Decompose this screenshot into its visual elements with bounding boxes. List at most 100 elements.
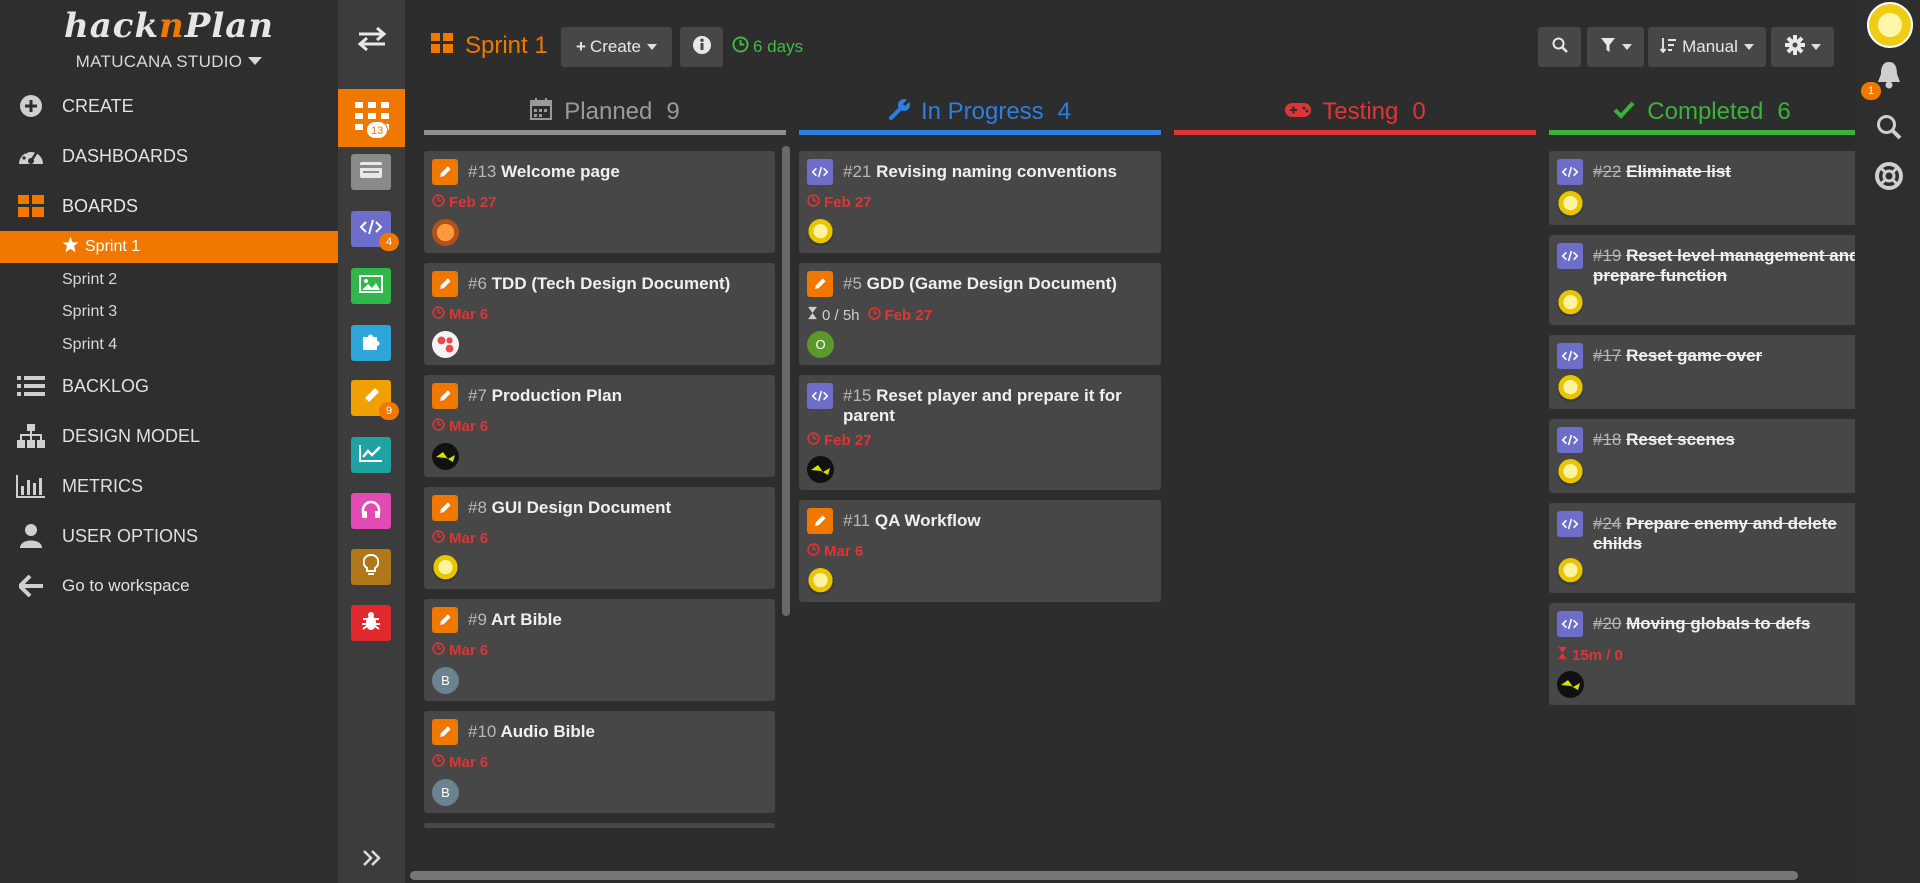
nav-label: METRICS	[62, 475, 143, 496]
category-art[interactable]	[351, 268, 391, 304]
double-chevron-right-icon[interactable]	[338, 846, 405, 874]
user-avatar[interactable]	[1867, 2, 1913, 48]
nav-user-options[interactable]: USER OPTIONS	[0, 516, 338, 556]
avatar[interactable]	[432, 555, 459, 582]
sprint-label: Sprint 2	[62, 271, 118, 288]
sprint-item-3[interactable]: Sprint 3	[0, 296, 338, 328]
logo-text-part: n	[159, 6, 185, 46]
sprint-item-4[interactable]: Sprint 4	[0, 329, 338, 361]
category-strip: 13 4 9	[338, 0, 405, 883]
category-writing[interactable]: 9	[351, 380, 399, 420]
nav-dashboards[interactable]: DASHBOARDS	[0, 136, 338, 176]
task-card[interactable]: #21 Revising naming conventions Feb 27	[799, 151, 1161, 253]
notification-count-badge: 1	[1861, 82, 1881, 100]
task-card[interactable]: #8 GUI Design Document Mar 6	[424, 487, 775, 589]
category-all-tasks[interactable]: 13	[338, 89, 405, 147]
avatar[interactable]	[432, 443, 459, 470]
avatar[interactable]	[432, 331, 459, 358]
task-card[interactable]: #15 Reset player and prepare it for pare…	[799, 375, 1161, 490]
task-card[interactable]: #19 Reset level management and prepare f…	[1549, 235, 1855, 325]
avatar[interactable]	[807, 568, 834, 595]
avatar[interactable]: O	[807, 331, 834, 358]
avatar[interactable]	[1557, 191, 1584, 218]
nav-go-to-workspace[interactable]: Go to workspace	[0, 566, 338, 606]
task-card[interactable]: #20 Moving globals to defs 15m / 0	[1549, 603, 1855, 705]
planned-scrollbar[interactable]	[782, 146, 790, 616]
task-title: #17 Reset game over	[1593, 346, 1855, 366]
settings-button[interactable]	[1771, 27, 1834, 67]
clock-icon	[867, 306, 881, 324]
nav-boards[interactable]: BOARDS	[0, 186, 338, 226]
task-number: #6	[468, 274, 487, 293]
category-general[interactable]	[351, 154, 391, 190]
clock-icon	[432, 418, 445, 435]
swap-arrows-icon[interactable]	[338, 26, 405, 60]
sprint-item-1[interactable]: Sprint 1	[0, 231, 338, 263]
search-button[interactable]	[1538, 27, 1581, 67]
boards-grid-icon	[0, 195, 62, 217]
sort-label: Manual	[1682, 37, 1738, 56]
task-card[interactable]: #22 Eliminate list	[1549, 151, 1855, 225]
category-audio[interactable]	[351, 493, 391, 529]
avatar[interactable]	[1557, 671, 1584, 698]
task-card[interactable]: #5 GDD (Game Design Document) 0 / 5h Feb…	[799, 263, 1161, 365]
task-due: Feb 27	[807, 194, 872, 211]
avatar[interactable]	[432, 219, 459, 246]
nav-label: USER OPTIONS	[62, 525, 199, 546]
sort-dropdown[interactable]: Manual	[1648, 27, 1766, 67]
category-bugs[interactable]	[351, 605, 391, 641]
sprint-item-2[interactable]: Sprint 2	[0, 264, 338, 296]
code-icon	[1557, 159, 1583, 185]
filter-button[interactable]	[1587, 27, 1644, 67]
task-card[interactable]: #11 QA Workflow Mar 6	[799, 500, 1161, 602]
studio-selector[interactable]: MATUCANA STUDIO	[0, 52, 338, 72]
arrow-left-icon	[0, 575, 62, 597]
nav-label: BACKLOG	[62, 375, 150, 396]
help-button[interactable]	[1857, 162, 1920, 195]
category-marketing[interactable]	[351, 437, 391, 473]
task-number: #5	[843, 274, 862, 293]
due-date: Feb 27	[824, 194, 872, 211]
avatar[interactable]	[807, 456, 834, 483]
estimate-text: 0 / 5h	[822, 306, 860, 324]
nav-design-model[interactable]: DESIGN MODEL	[0, 416, 338, 456]
task-card[interactable]: #7 Production Plan Mar 6	[424, 375, 775, 477]
notifications-button[interactable]: 1	[1857, 60, 1920, 100]
hacknplan-logo[interactable]: hacknPlan	[0, 6, 338, 46]
info-button[interactable]	[680, 27, 723, 67]
global-search-button[interactable]	[1857, 114, 1920, 145]
dashboard-icon	[0, 144, 62, 168]
avatar[interactable]	[807, 219, 834, 246]
task-title-text: Reset scenes	[1626, 430, 1735, 449]
task-card[interactable]: #17 Reset game over	[1549, 335, 1855, 409]
task-card[interactable]: #10 Audio Bible Mar 6 B	[424, 711, 775, 813]
nav-create[interactable]: CREATE	[0, 86, 338, 126]
app-root: hacknPlan MATUCANA STUDIO CREATE DASHBOA…	[0, 0, 1920, 883]
avatar[interactable]	[1557, 558, 1584, 585]
board-horizontal-scrollbar[interactable]	[410, 871, 1798, 880]
task-card[interactable]: #18 Reset scenes	[1549, 419, 1855, 493]
task-card[interactable]: #9 Art Bible Mar 6 B	[424, 599, 775, 701]
filter-icon	[1600, 37, 1616, 58]
avatar[interactable]: B	[432, 667, 459, 694]
category-game-design[interactable]	[351, 325, 391, 361]
avatar[interactable]: B	[432, 779, 459, 806]
sprint-title: Sprint 1	[431, 32, 548, 60]
nav-backlog[interactable]: BACKLOG	[0, 366, 338, 406]
avatar[interactable]	[1557, 375, 1584, 402]
avatar[interactable]	[1557, 459, 1584, 486]
avatar[interactable]	[1557, 290, 1584, 317]
wrench-icon	[888, 97, 912, 127]
task-title-text: GDD (Game Design Document)	[866, 274, 1117, 293]
bar-chart-icon	[0, 474, 62, 498]
calendar-icon	[530, 97, 553, 127]
task-card[interactable]: #6 TDD (Tech Design Document) Mar 6	[424, 263, 775, 365]
category-ideas[interactable]	[351, 549, 391, 585]
clock-icon	[807, 194, 820, 211]
task-card[interactable]: #24 Prepare enemy and delete childs	[1549, 503, 1855, 593]
category-programming[interactable]: 4	[351, 211, 399, 251]
task-number: #10	[468, 722, 497, 741]
task-card[interactable]: #13 Welcome page Feb 27	[424, 151, 775, 253]
create-button[interactable]: + Create	[561, 27, 672, 67]
nav-metrics[interactable]: METRICS	[0, 466, 338, 506]
